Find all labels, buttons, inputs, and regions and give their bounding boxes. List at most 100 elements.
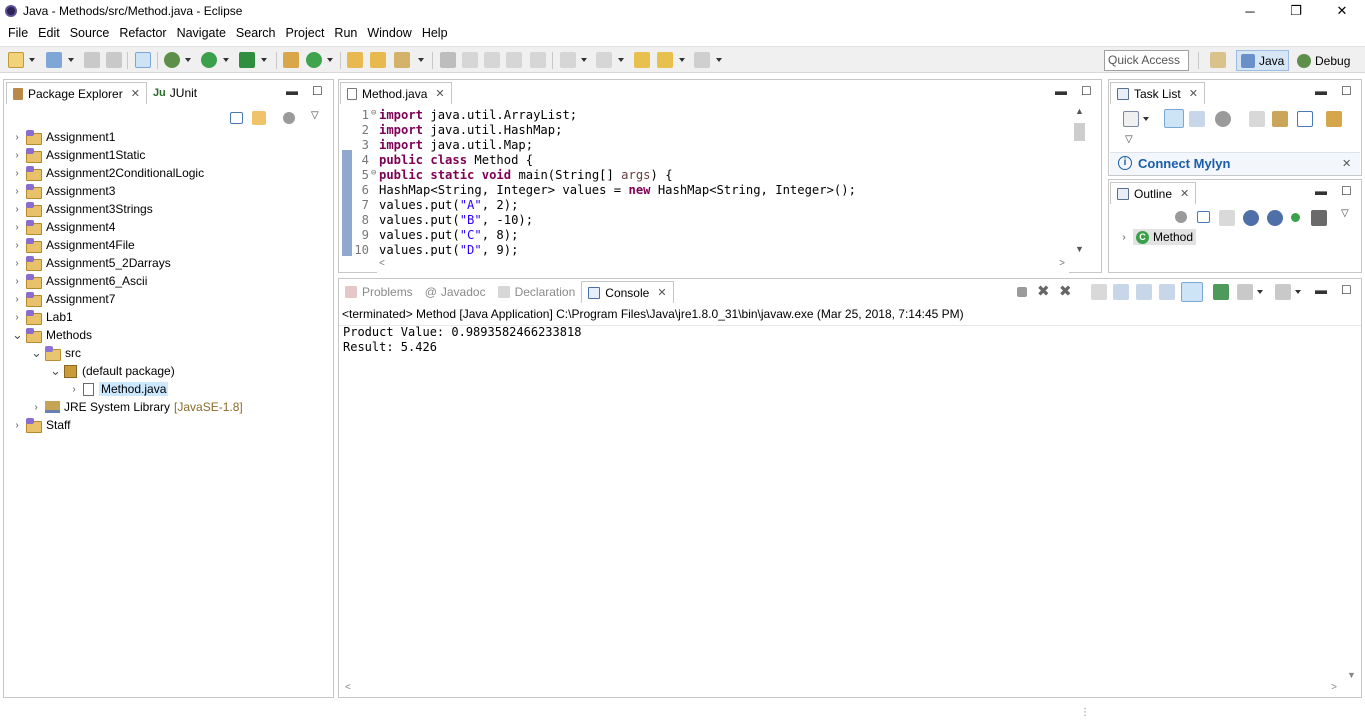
new-dropdown-icon[interactable] xyxy=(29,58,35,62)
hide-fields-icon[interactable] xyxy=(1243,210,1259,226)
maximize-icon[interactable]: ☐ xyxy=(1081,84,1092,98)
run-external-tools-icon[interactable] xyxy=(239,52,255,68)
tab-declaration[interactable]: Declaration xyxy=(492,281,582,303)
collapse-all-tasks-icon[interactable] xyxy=(1297,111,1313,127)
previous-annotation-icon[interactable] xyxy=(596,52,612,68)
code-line[interactable]: 2 import java.util.HashMap; xyxy=(340,123,563,138)
close-editor-icon[interactable]: ✕ xyxy=(435,87,444,100)
code-line[interactable]: 4 public class Method { xyxy=(340,153,533,168)
minimize-icon[interactable]: ▬ xyxy=(1315,184,1327,198)
tab-junit[interactable]: Ju JUnit xyxy=(147,82,203,104)
perspective-debug-button[interactable]: Debug xyxy=(1293,50,1354,71)
tree-item[interactable]: › Assignment5_2Darrays xyxy=(12,254,171,272)
focus-on-active-task-icon[interactable] xyxy=(283,112,295,124)
connect-mylyn-link[interactable]: Connect Mylyn xyxy=(1138,156,1230,171)
chevron-right-icon[interactable]: › xyxy=(12,258,22,269)
tab-console[interactable]: Console ✕ xyxy=(581,281,674,303)
maximize-icon[interactable]: ☐ xyxy=(1341,84,1352,98)
fold-icon[interactable] xyxy=(371,123,379,138)
code-editor[interactable]: 1 ⊖ import java.util.ArrayList; 2 import jav… xyxy=(340,106,1070,256)
fold-icon[interactable] xyxy=(371,183,379,198)
tree-item[interactable]: ⌄ Methods xyxy=(12,326,92,344)
fold-icon[interactable] xyxy=(371,138,379,153)
terminate-icon[interactable] xyxy=(1017,287,1027,297)
display-console-dropdown-icon[interactable] xyxy=(1257,290,1263,294)
scroll-lock-icon[interactable] xyxy=(1113,284,1129,300)
fold-icon[interactable]: ⊖ xyxy=(371,168,379,183)
fold-icon[interactable] xyxy=(371,153,379,168)
hide-static-members-icon[interactable] xyxy=(1267,210,1283,226)
hide-non-public-icon[interactable] xyxy=(1291,213,1300,222)
chevron-right-icon[interactable]: › xyxy=(12,168,22,179)
toggle-ant-editor-icon[interactable] xyxy=(440,52,456,68)
menu-search[interactable]: Search xyxy=(231,26,281,40)
show-console-on-stderr-icon[interactable] xyxy=(1181,282,1203,302)
tree-item[interactable]: › Assignment3Strings xyxy=(12,200,153,218)
last-edit-location-icon[interactable] xyxy=(634,52,650,68)
tab-package-explorer[interactable]: Package Explorer ✕ xyxy=(6,82,147,104)
new-icon[interactable] xyxy=(8,52,24,68)
new-class-dropdown-icon[interactable] xyxy=(327,58,333,62)
debug-icon[interactable] xyxy=(164,52,180,68)
categorized-icon[interactable] xyxy=(1164,109,1184,128)
menu-navigate[interactable]: Navigate xyxy=(172,26,231,40)
editor-horizontal-scrollbar[interactable]: < > xyxy=(377,256,1069,273)
remove-all-terminated-icon[interactable]: ✖ xyxy=(1059,282,1072,300)
open-task-icon[interactable] xyxy=(370,52,386,68)
chevron-down-icon[interactable]: ⌄ xyxy=(31,346,42,359)
tab-method-java[interactable]: Method.java ✕ xyxy=(340,82,452,104)
code-line[interactable]: 7 values.put("A", 2); xyxy=(340,198,519,213)
link-with-editor-icon[interactable] xyxy=(252,111,266,125)
fold-icon[interactable] xyxy=(371,243,379,256)
forward-icon[interactable] xyxy=(694,52,710,68)
remove-launch-icon[interactable]: ✖ xyxy=(1037,282,1050,300)
forward-dropdown-icon[interactable] xyxy=(716,58,722,62)
new-project-dropdown-icon[interactable] xyxy=(68,58,74,62)
tab-task-list[interactable]: Task List ✕ xyxy=(1110,82,1205,104)
show-whitespace-icon[interactable] xyxy=(506,52,522,68)
tree-item[interactable]: › Staff xyxy=(12,416,70,434)
toggle-word-wrap-icon[interactable] xyxy=(462,52,478,68)
chevron-right-icon[interactable]: › xyxy=(12,276,22,287)
previous-annotation-dropdown-icon[interactable] xyxy=(618,58,624,62)
chevron-right-icon[interactable]: › xyxy=(1119,232,1129,243)
word-wrap-icon[interactable] xyxy=(1136,284,1152,300)
code-line[interactable]: 10 values.put("D", 9); xyxy=(340,243,518,256)
pin-console-icon[interactable] xyxy=(1213,284,1229,300)
code-line[interactable]: 9 values.put("C", 8); xyxy=(340,228,519,243)
open-type-icon[interactable] xyxy=(347,52,363,68)
close-window-button[interactable]: ✕ xyxy=(1319,0,1365,22)
console-vertical-scrollbar[interactable]: ▼ xyxy=(1343,326,1360,682)
menu-window[interactable]: Window xyxy=(362,26,416,40)
minimize-icon[interactable]: ▬ xyxy=(1055,84,1067,98)
view-menu-icon[interactable]: ▽ xyxy=(1341,208,1349,219)
back-icon[interactable] xyxy=(657,52,673,68)
tree-item[interactable]: › Assignment4File xyxy=(12,236,135,254)
tree-item[interactable]: › Assignment1Static xyxy=(12,146,145,164)
chevron-right-icon[interactable]: › xyxy=(12,150,22,161)
synchronize-icon[interactable] xyxy=(1272,111,1288,127)
tree-item[interactable]: ⌄ (default package) xyxy=(50,362,175,380)
show-paragraph-icon[interactable] xyxy=(530,52,546,68)
hide-local-types-icon[interactable] xyxy=(1311,210,1327,226)
close-console-icon[interactable]: ✕ xyxy=(657,286,666,299)
new-class-icon[interactable] xyxy=(306,52,322,68)
restore-window-button[interactable]: ❐ xyxy=(1273,0,1319,22)
tree-item[interactable]: › Assignment2ConditionalLogic xyxy=(12,164,204,182)
open-console-dropdown-icon[interactable] xyxy=(1295,290,1301,294)
tree-item[interactable]: › Assignment1 xyxy=(12,128,115,146)
next-annotation-dropdown-icon[interactable] xyxy=(581,58,587,62)
open-console-icon[interactable] xyxy=(1275,284,1291,300)
focus-on-workweek-icon[interactable] xyxy=(1215,111,1231,127)
menu-refactor[interactable]: Refactor xyxy=(114,26,171,40)
minimize-icon[interactable]: ▬ xyxy=(1315,283,1327,297)
chevron-right-icon[interactable]: › xyxy=(12,294,22,305)
status-bar-grip[interactable]: ⋮ xyxy=(1080,707,1090,718)
code-line[interactable]: 6 HashMap<String, Integer> values = new H… xyxy=(340,183,856,198)
chevron-right-icon[interactable]: › xyxy=(69,384,79,395)
search-dropdown-icon[interactable] xyxy=(418,58,424,62)
maximize-icon[interactable]: ☐ xyxy=(312,84,323,98)
tab-problems[interactable]: Problems xyxy=(339,281,419,303)
collapse-all-icon[interactable] xyxy=(230,112,243,124)
tree-item[interactable]: › JRE System Library [JavaSE-1.8] xyxy=(31,398,242,416)
